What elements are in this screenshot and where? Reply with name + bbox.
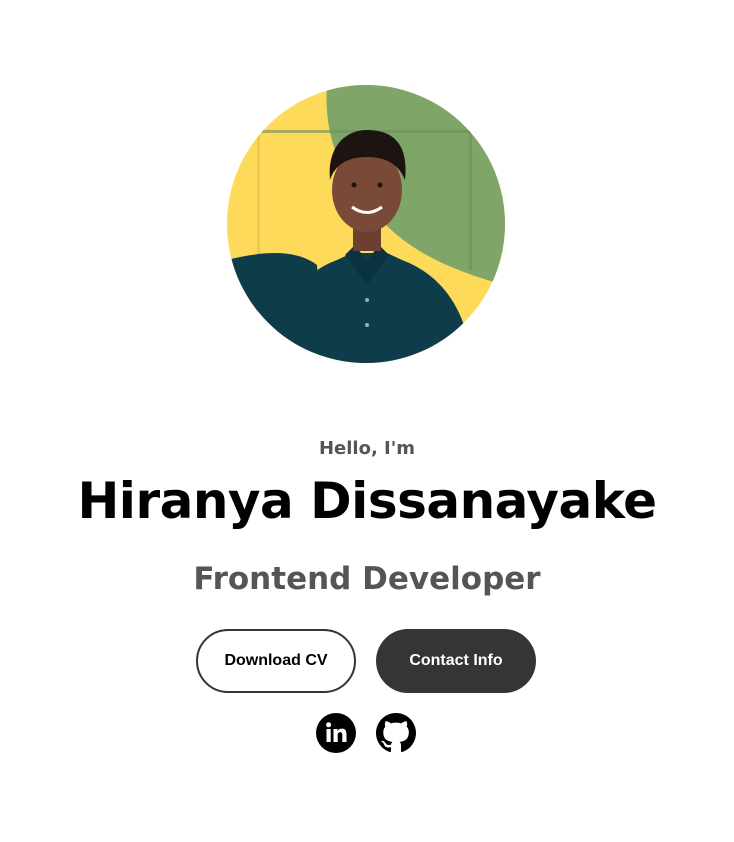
contact-info-label: Contact Info	[409, 652, 503, 669]
download-cv-label: Download CV	[224, 652, 328, 669]
greeting-text: Hello, I'm	[318, 438, 416, 459]
github-link[interactable]	[376, 713, 416, 753]
contact-info-button[interactable]: Contact Info	[376, 629, 536, 693]
linkedin-icon	[316, 713, 356, 753]
profile-section: Hello, I'm Hiranya Dissanayake Frontend …	[0, 0, 734, 842]
github-icon	[376, 713, 416, 753]
linkedin-link[interactable]	[316, 713, 356, 753]
download-cv-button[interactable]: Download CV	[196, 629, 356, 693]
profile-role: Frontend Developer	[193, 561, 541, 597]
profile-avatar	[227, 85, 505, 363]
profile-name: Hiranya Dissanayake	[77, 472, 657, 530]
